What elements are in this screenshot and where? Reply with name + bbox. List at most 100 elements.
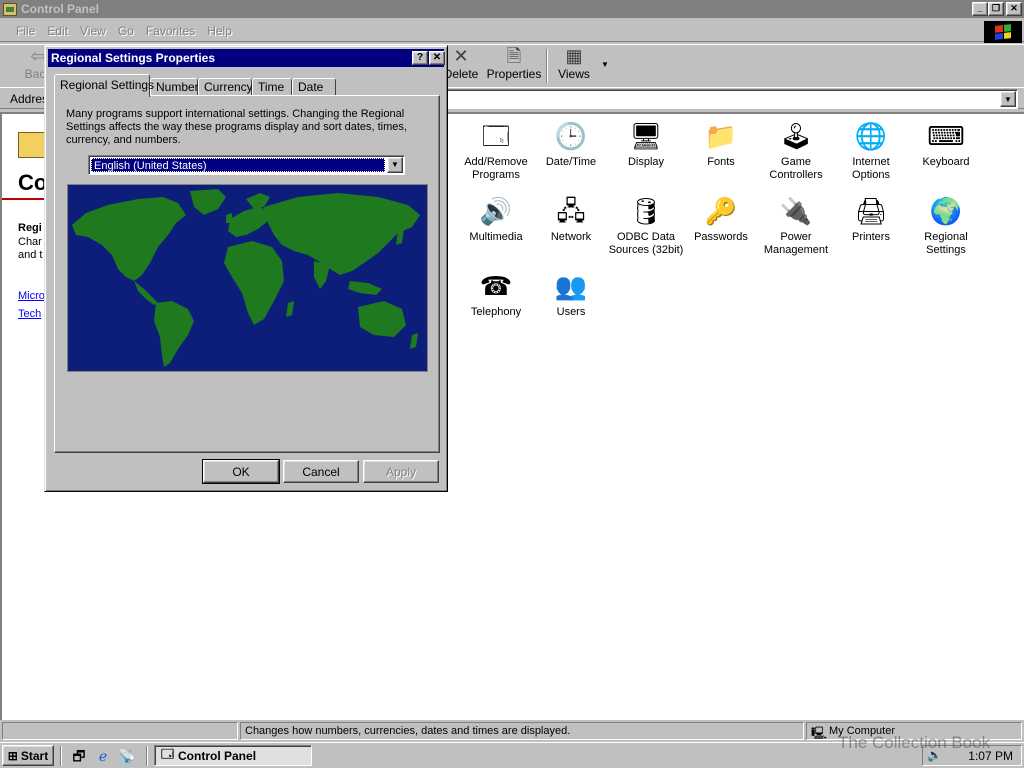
apply-button[interactable]: Apply: [363, 460, 439, 483]
menu-edit[interactable]: Edit: [41, 24, 74, 38]
minimize-button[interactable]: _: [972, 2, 988, 16]
webview-link-microsoft[interactable]: Micro: [18, 290, 45, 302]
dialog-title: Regional Settings Properties: [51, 51, 216, 65]
start-button[interactable]: ⊞ Start: [2, 745, 54, 766]
show-desktop-icon[interactable]: 🗗: [70, 747, 88, 765]
internet-options-icon: 🌐: [854, 121, 888, 151]
cp-item[interactable]: 🖨 Printers: [833, 195, 909, 244]
network-icon: 🖧: [556, 196, 586, 226]
ok-button[interactable]: OK: [202, 459, 280, 484]
properties-button[interactable]: 🗎 Properties: [486, 47, 542, 85]
cp-item[interactable]: 🖧 Network: [533, 195, 609, 244]
main-titlebar[interactable]: Control Panel _ ❐ ✕: [0, 0, 1024, 18]
status-pane-left: [2, 722, 238, 740]
cp-item-label: Add/Remove Programs: [464, 156, 528, 181]
cp-item[interactable]: 🌐 Internet Options: [833, 120, 909, 182]
views-dropdown-button[interactable]: ▼: [598, 47, 612, 85]
menu-go[interactable]: Go: [112, 24, 140, 38]
cp-item-label: Display: [627, 156, 665, 168]
power-management-icon: 🔌: [779, 196, 813, 226]
locale-select[interactable]: English (United States) ▼: [88, 155, 405, 175]
menu-help[interactable]: Help: [201, 24, 238, 38]
cp-item[interactable]: ☎ Telephony: [458, 270, 534, 319]
control-panel-icon: [3, 2, 17, 16]
cp-item[interactable]: 🔌 Power Management: [758, 195, 834, 257]
telephone-icon: ☎: [479, 271, 513, 301]
cp-item[interactable]: 👥 Users: [533, 270, 609, 319]
dialog-titlebar[interactable]: Regional Settings Properties ? ✕: [48, 49, 445, 67]
fonts-folder-icon: 📁: [704, 121, 738, 151]
regional-settings-dialog: Regional Settings Properties ? ✕ Regiona…: [44, 45, 448, 492]
cp-item[interactable]: 🔑 Passwords: [683, 195, 759, 244]
close-icon: ✕: [432, 52, 442, 63]
webview-subtitle: Regi: [18, 222, 42, 234]
cp-item[interactable]: 🕹 Game Controllers: [758, 120, 834, 182]
world-map-image: [72, 189, 420, 367]
menu-view[interactable]: View: [74, 24, 112, 38]
cp-item[interactable]: 🛢 ODBC Data Sources (32bit): [608, 195, 684, 257]
display-icon: 🖥: [629, 121, 663, 151]
cp-item-label: Passwords: [694, 231, 748, 243]
chevron-down-icon: ▼: [391, 160, 399, 169]
internet-explorer-icon[interactable]: ℯ: [94, 747, 112, 765]
tab-regional-settings[interactable]: Regional Settings: [54, 74, 154, 97]
cp-item-label: Users: [556, 306, 586, 318]
date-time-icon: 🕒: [554, 121, 588, 151]
control-panel-folder-icon: [18, 132, 46, 158]
delete-x-icon: ✕: [453, 46, 469, 66]
close-button[interactable]: ✕: [1006, 2, 1022, 16]
cp-item[interactable]: 🔊 Multimedia: [458, 195, 534, 244]
help-button[interactable]: ?: [412, 51, 428, 65]
cp-item-label: Printers: [852, 231, 890, 243]
taskbar-button-control-panel[interactable]: 🗔 Control Panel: [154, 745, 312, 766]
cancel-button[interactable]: Cancel: [283, 460, 359, 483]
question-icon: ?: [416, 52, 424, 63]
address-dropdown-button[interactable]: ▼: [1000, 91, 1016, 107]
windows-flag-icon: ⊞: [7, 748, 18, 763]
menu-file[interactable]: File: [10, 24, 41, 38]
views-button[interactable]: ▦ Views: [554, 47, 594, 85]
menu-favorites[interactable]: Favorites: [140, 24, 201, 38]
tab-number[interactable]: Number: [150, 78, 199, 96]
regional-settings-panel: Many programs support international sett…: [54, 95, 440, 453]
cp-item[interactable]: 🌍 Regional Settings: [908, 195, 984, 257]
description-text: Many programs support international sett…: [66, 108, 407, 146]
cp-item-label: Date/Time: [545, 156, 597, 168]
watermark: The Collection Book: [838, 733, 991, 752]
odbc-icon: 🛢: [629, 196, 663, 226]
webview-text: and t: [18, 249, 43, 261]
cp-item-label: Internet Options: [852, 156, 890, 181]
quicklaunch-separator: [146, 746, 148, 766]
views-icon: ▦: [565, 46, 583, 66]
tab-currency[interactable]: Currency: [198, 78, 253, 96]
add-remove-programs-icon: 🗔: [481, 121, 511, 151]
webview-link-tech[interactable]: Tech: [18, 308, 41, 320]
cp-item[interactable]: 📁 Fonts: [683, 120, 759, 169]
tab-date[interactable]: Date: [292, 78, 336, 96]
dialog-close-button[interactable]: ✕: [429, 51, 445, 65]
cp-item-label: Game Controllers: [769, 156, 823, 181]
channels-icon[interactable]: 📡: [118, 747, 136, 765]
cp-item[interactable]: 🕒 Date/Time: [533, 120, 609, 169]
joystick-icon: 🕹: [779, 121, 813, 151]
locale-dropdown-button[interactable]: ▼: [387, 157, 403, 173]
cp-item[interactable]: ⌨ Keyboard: [908, 120, 984, 169]
chevron-down-icon: ▼: [1004, 94, 1012, 104]
restore-button[interactable]: ❐: [988, 2, 1004, 16]
tab-time[interactable]: Time: [252, 78, 292, 96]
cp-item-label: Network: [550, 231, 592, 243]
control-panel-icon: 🗔: [161, 747, 175, 761]
cp-item-label: Regional Settings: [924, 231, 968, 256]
multimedia-icon: 🔊: [479, 196, 513, 226]
printers-folder-icon: 🖨: [854, 196, 888, 226]
cp-item-label: Power Management: [763, 231, 829, 256]
windows-logo-icon: [984, 21, 1022, 43]
world-map[interactable]: [67, 184, 428, 372]
properties-icon: 🗎: [506, 46, 522, 66]
keys-icon: 🔑: [704, 196, 738, 226]
users-icon: 👥: [554, 271, 588, 301]
cp-item[interactable]: 🗔 Add/Remove Programs: [458, 120, 534, 182]
keyboard-icon: ⌨: [927, 121, 965, 151]
cp-item[interactable]: 🖥 Display: [608, 120, 684, 169]
dropdown-arrow-icon: ▼: [601, 59, 609, 69]
